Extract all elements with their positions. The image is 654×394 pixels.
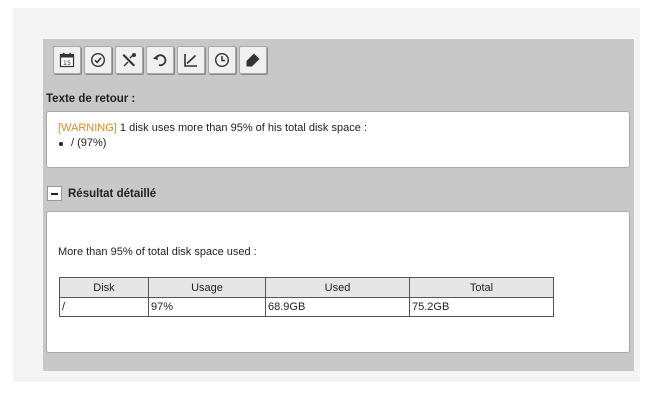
feedback-message: [WARNING] 1 disk uses more than 95% of h… — [58, 121, 629, 136]
column-header-usage: Usage — [148, 277, 266, 298]
feedback-box: [WARNING] 1 disk uses more than 95% of h… — [46, 111, 630, 168]
undo-icon — [153, 54, 167, 67]
detailed-result-header: Résultat détaillé — [47, 186, 156, 201]
tools-button[interactable] — [115, 46, 143, 74]
check-result-panel: 15 Texte de retour: [WARNING] 1 disk us… — [43, 39, 634, 371]
page-background: 15 Texte de retour: [WARNING] 1 disk us… — [13, 8, 640, 382]
toolbar: 15 — [53, 46, 267, 77]
check-circle-icon — [90, 52, 106, 68]
warning-tag: [WARNING] — [58, 122, 117, 134]
calendar-icon: 15 — [59, 52, 75, 68]
list-item: / (97%) — [58, 136, 629, 151]
history-button[interactable] — [208, 46, 236, 74]
cell-total: 75.2GB — [409, 297, 554, 317]
feedback-label: Texte de retour : — [46, 93, 136, 105]
tag-icon — [246, 53, 260, 67]
reschedule-button[interactable] — [146, 46, 174, 74]
collapse-button[interactable] — [47, 186, 62, 201]
tag-button[interactable] — [239, 46, 267, 74]
graph-button[interactable] — [177, 46, 205, 74]
calendar-button[interactable]: 15 — [53, 46, 81, 74]
table-header-row: Disk Usage Used Total — [59, 277, 554, 298]
list-item-text: / (97%) — [71, 137, 107, 149]
tools-icon — [122, 53, 136, 67]
warning-message: 1 disk uses more than 95% of his total d… — [116, 122, 367, 134]
detail-description: More than 95% of total disk space used : — [58, 246, 257, 258]
clock-icon — [214, 52, 230, 68]
cell-disk: / — [59, 297, 149, 317]
acknowledge-button[interactable] — [84, 46, 112, 74]
cell-usage: 97% — [148, 297, 266, 317]
column-header-disk: Disk — [59, 277, 149, 298]
minus-icon — [51, 192, 58, 195]
chart-icon — [184, 54, 197, 67]
calendar-day: 15 — [63, 59, 71, 67]
table-row: / 97% 68.9GB 75.2GB — [59, 297, 554, 317]
column-header-used: Used — [265, 277, 410, 298]
column-header-total: Total — [409, 277, 554, 298]
cell-used: 68.9GB — [265, 297, 410, 317]
detailed-result-box: More than 95% of total disk space used :… — [46, 211, 630, 353]
disk-usage-table: Disk Usage Used Total / 97% 68.9GB 75.2G… — [59, 277, 554, 317]
bullet-dot — [59, 141, 63, 146]
detailed-result-title: Résultat détaillé — [68, 187, 157, 200]
